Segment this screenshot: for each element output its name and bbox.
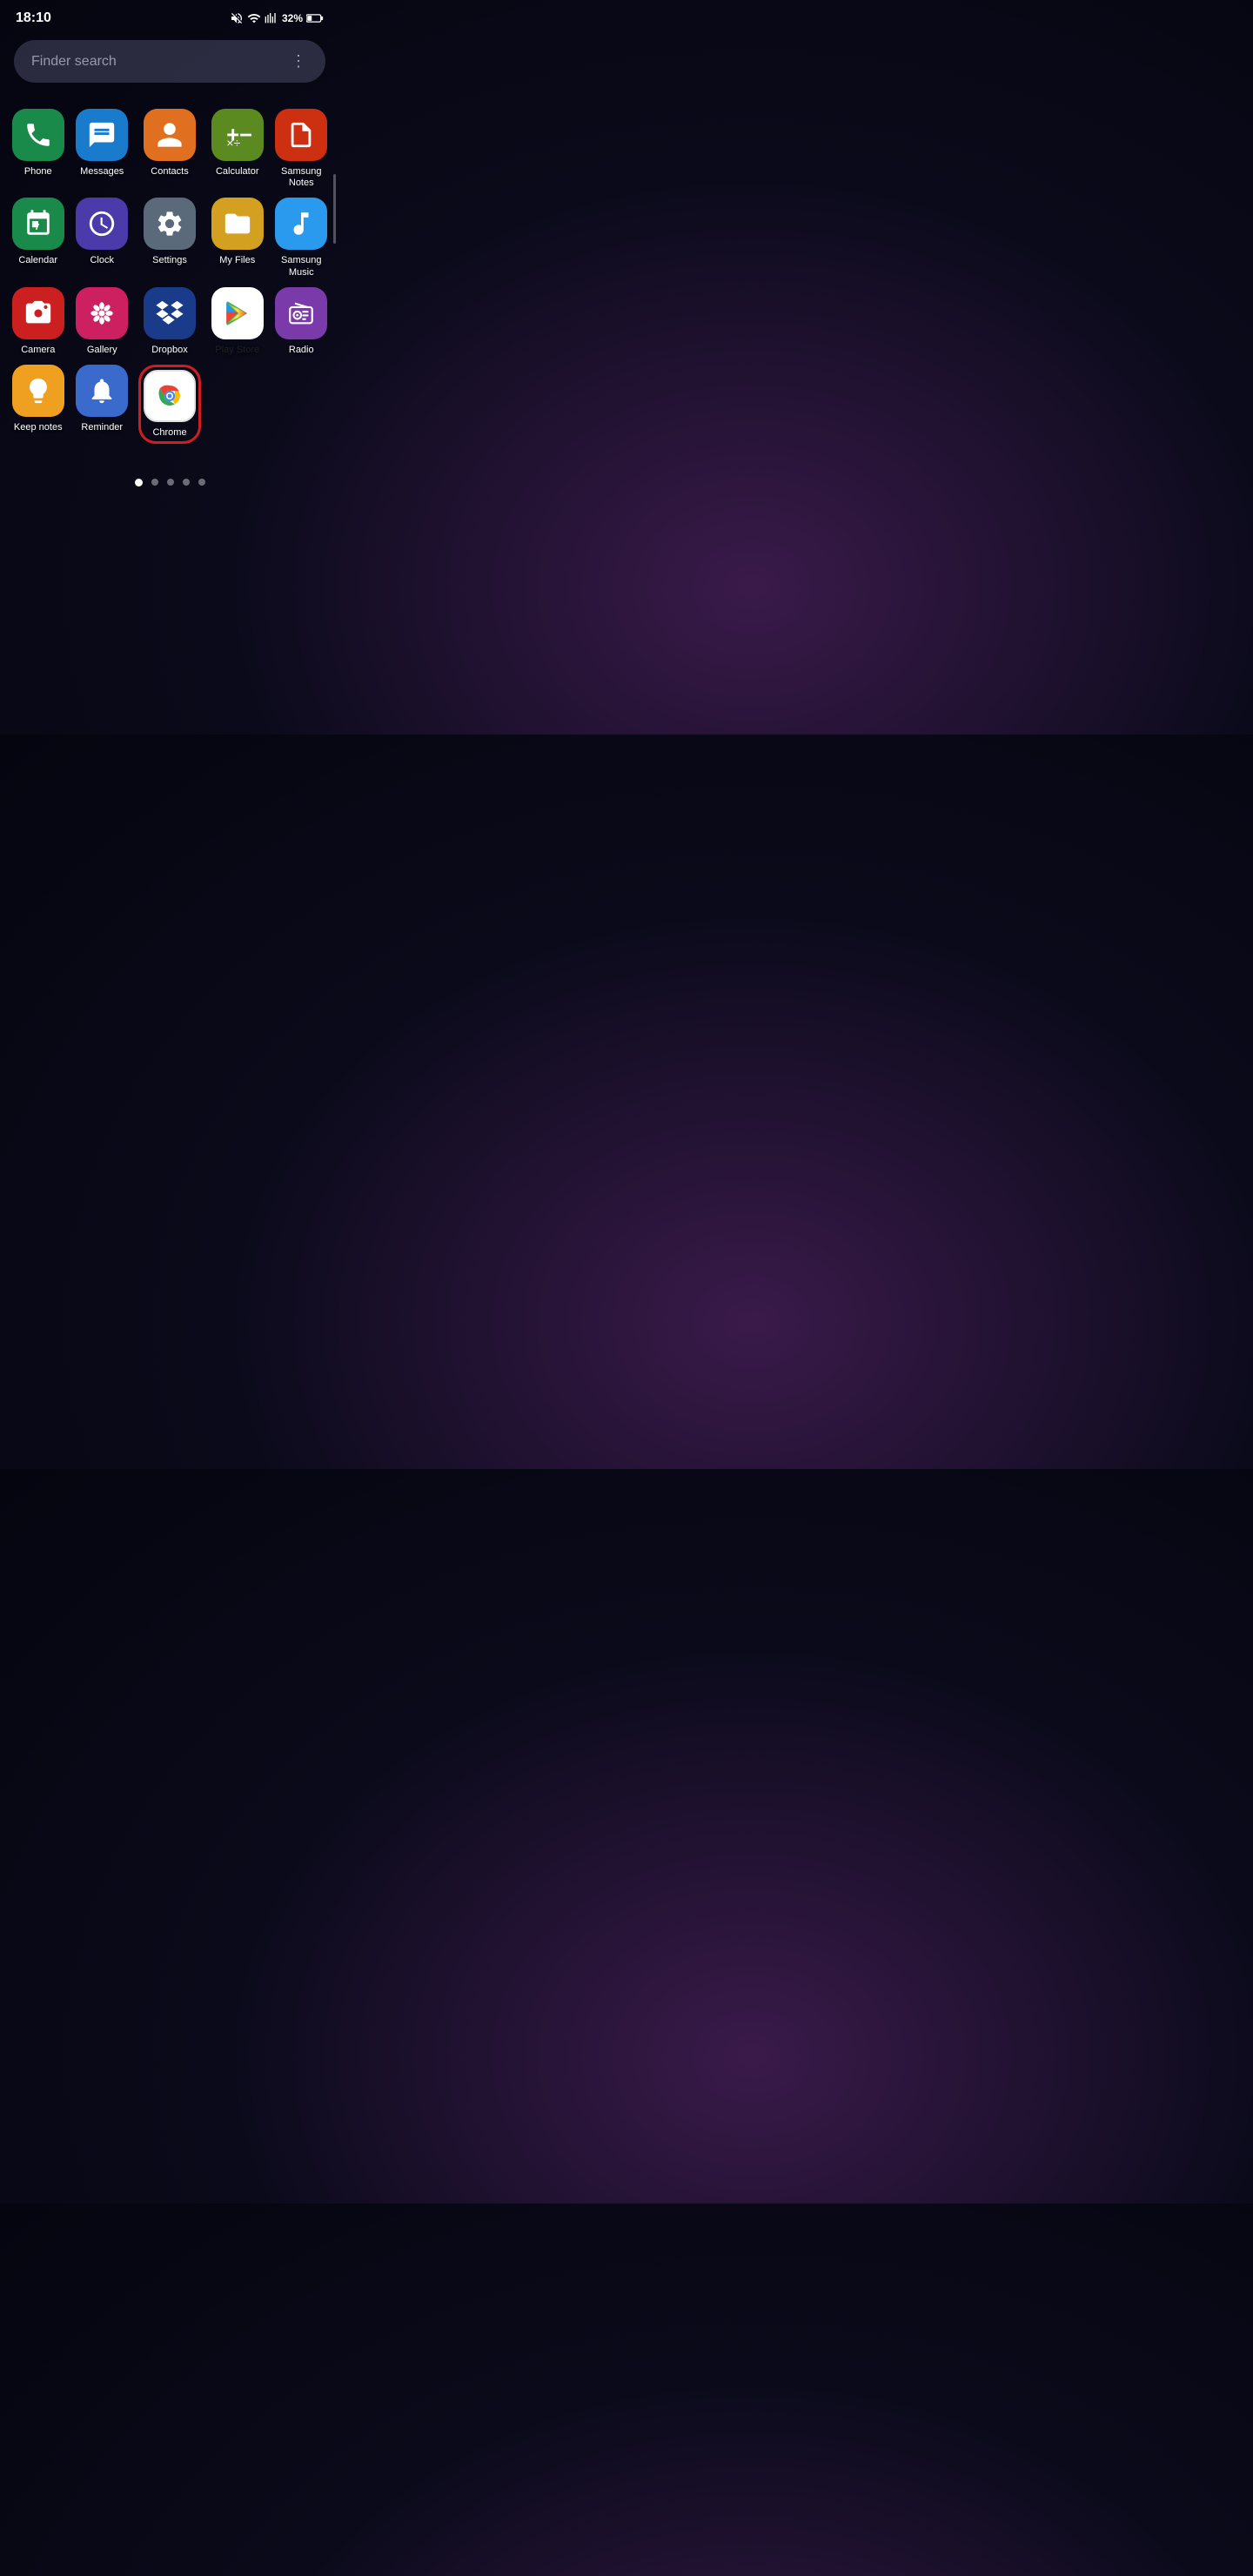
samsung-music-icon	[286, 209, 316, 238]
wifi-icon	[247, 11, 261, 25]
app-messages[interactable]: Messages	[75, 109, 131, 189]
search-bar[interactable]: Finder search ⋮	[14, 40, 325, 83]
battery-icon	[306, 13, 324, 23]
app-reminder[interactable]: Reminder	[75, 365, 131, 444]
radio-label: Radio	[289, 345, 314, 356]
chrome-label: Chrome	[152, 427, 186, 439]
app-camera[interactable]: Camera	[10, 287, 66, 356]
app-keepnotes[interactable]: Keep notes	[10, 365, 66, 444]
app-settings[interactable]: Settings	[138, 198, 201, 278]
calculator-icon: +− ×÷	[223, 120, 252, 150]
app-myfiles[interactable]: My Files	[210, 198, 265, 278]
messages-icon	[87, 120, 117, 150]
app-chrome[interactable]: Chrome	[138, 365, 201, 444]
contacts-label: Contacts	[151, 166, 188, 178]
calculator-label: Calculator	[216, 166, 259, 178]
reminder-icon	[87, 376, 117, 406]
signal-icon	[265, 11, 278, 25]
svg-text:7: 7	[35, 223, 40, 232]
myfiles-label: My Files	[219, 255, 255, 266]
app-dropbox[interactable]: Dropbox	[138, 287, 201, 356]
playstore-label: Play Store	[215, 345, 259, 356]
mute-icon	[230, 11, 244, 25]
keepnotes-label: Keep notes	[14, 422, 63, 433]
app-radio[interactable]: Radio	[274, 287, 330, 356]
myfiles-icon	[223, 209, 252, 238]
phone-label: Phone	[24, 166, 52, 178]
status-bar: 18:10 32%	[0, 0, 339, 33]
phone-icon	[23, 120, 53, 150]
reminder-label: Reminder	[81, 422, 123, 433]
app-samsung-music[interactable]: Samsung Music	[274, 198, 330, 278]
page-dots	[0, 453, 339, 504]
page-dot-5[interactable]	[198, 479, 205, 486]
svg-text:×÷: ×÷	[226, 137, 240, 150]
gallery-label: Gallery	[87, 345, 117, 356]
scrollbar	[333, 174, 336, 244]
app-gallery[interactable]: Gallery	[75, 287, 131, 356]
keepnotes-icon	[23, 376, 53, 406]
samsung-music-label: Samsung Music	[274, 255, 330, 278]
samsung-notes-icon	[286, 120, 316, 150]
calendar-label: Calendar	[18, 255, 57, 266]
gallery-icon	[87, 299, 117, 328]
settings-icon	[155, 209, 184, 238]
dropbox-icon	[155, 299, 184, 328]
app-samsung-notes[interactable]: Samsung Notes	[274, 109, 330, 189]
settings-label: Settings	[152, 255, 187, 266]
page-dot-2[interactable]	[151, 479, 158, 486]
app-contacts[interactable]: Contacts	[138, 109, 201, 189]
chrome-icon	[152, 379, 187, 413]
app-calculator[interactable]: +− ×÷ Calculator	[210, 109, 265, 189]
search-placeholder: Finder search	[31, 54, 117, 70]
samsung-notes-label: Samsung Notes	[274, 166, 330, 189]
apps-grid: Phone Messages Contacts +− ×÷ Calculator	[0, 100, 339, 453]
app-clock[interactable]: Clock	[75, 198, 131, 278]
dropbox-label: Dropbox	[151, 345, 188, 356]
page-dot-3[interactable]	[167, 479, 174, 486]
messages-label: Messages	[80, 166, 124, 178]
playstore-icon	[223, 299, 252, 328]
radio-icon	[286, 299, 316, 328]
app-calendar[interactable]: 7 Calendar	[10, 198, 66, 278]
status-time: 18:10	[16, 10, 51, 26]
search-menu-icon[interactable]: ⋮	[291, 52, 308, 70]
page-dot-1[interactable]	[135, 479, 143, 486]
clock-icon	[87, 209, 117, 238]
page-dot-4[interactable]	[183, 479, 190, 486]
camera-icon	[23, 299, 53, 328]
camera-label: Camera	[21, 345, 55, 356]
clock-label: Clock	[90, 255, 114, 266]
battery-percent: 32%	[282, 12, 303, 24]
app-playstore[interactable]: Play Store	[210, 287, 265, 356]
contacts-icon	[155, 120, 184, 150]
app-phone[interactable]: Phone	[10, 109, 66, 189]
calendar-icon: 7	[23, 209, 53, 238]
status-icons: 32%	[230, 11, 324, 25]
